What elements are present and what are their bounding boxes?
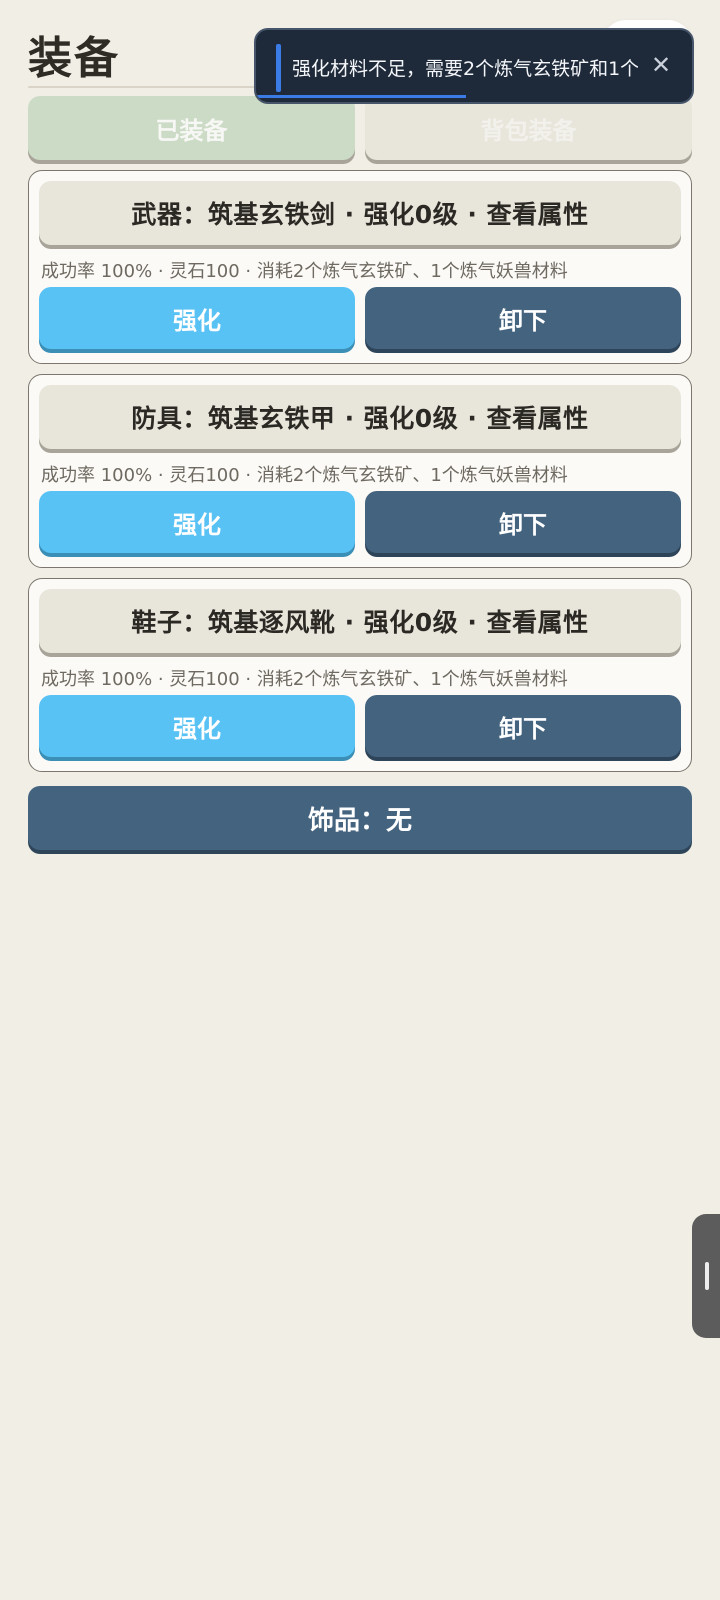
equipment-card-weapon: 武器：筑基玄铁剑 · 强化0级 · 查看属性 成功率 100% · 灵石100 … [28,170,692,364]
title-underline [28,86,268,88]
armor-title-button[interactable]: 防具：筑基玄铁甲 · 强化0级 · 查看属性 [39,385,681,449]
weapon-actions: 强化 卸下 [39,287,681,349]
boots-actions: 强化 卸下 [39,695,681,757]
grip-icon [705,1262,709,1290]
toast-notification: 强化材料不足，需要2个炼气玄铁矿和1个 ✕ [254,28,694,104]
weapon-enhance-info: 成功率 100% · 灵石100 · 消耗2个炼气玄铁矿、1个炼气妖兽材料 [41,261,568,282]
weapon-unequip-button[interactable]: 卸下 [365,287,681,349]
armor-enhance-button[interactable]: 强化 [39,491,355,553]
page-title: 装备 [28,33,120,84]
armor-actions: 强化 卸下 [39,491,681,553]
tab-equipped[interactable]: 已装备 [28,96,355,160]
toast-progress-bar [256,95,466,98]
weapon-enhance-button[interactable]: 强化 [39,287,355,349]
close-icon[interactable]: ✕ [646,50,676,80]
boots-enhance-info: 成功率 100% · 灵石100 · 消耗2个炼气玄铁矿、1个炼气妖兽材料 [41,669,568,690]
boots-unequip-button[interactable]: 卸下 [365,695,681,757]
side-drawer-handle[interactable] [692,1214,720,1338]
toast-accent-bar [276,44,281,92]
toast-message: 强化材料不足，需要2个炼气玄铁矿和1个 [292,58,638,80]
equipment-card-boots: 鞋子：筑基逐风靴 · 强化0级 · 查看属性 成功率 100% · 灵石100 … [28,578,692,772]
weapon-title-button[interactable]: 武器：筑基玄铁剑 · 强化0级 · 查看属性 [39,181,681,245]
boots-enhance-button[interactable]: 强化 [39,695,355,757]
accessory-slot-button[interactable]: 饰品：无 [28,786,692,850]
tab-backpack[interactable]: 背包装备 [365,96,692,160]
armor-unequip-button[interactable]: 卸下 [365,491,681,553]
boots-title-button[interactable]: 鞋子：筑基逐风靴 · 强化0级 · 查看属性 [39,589,681,653]
armor-enhance-info: 成功率 100% · 灵石100 · 消耗2个炼气玄铁矿、1个炼气妖兽材料 [41,465,568,486]
equipment-card-armor: 防具：筑基玄铁甲 · 强化0级 · 查看属性 成功率 100% · 灵石100 … [28,374,692,568]
equipment-page: 装备 返回 已装备 背包装备 武器：筑基玄铁剑 · 强化0级 · 查看属性 成功… [0,0,720,1600]
tab-bar: 已装备 背包装备 [28,96,692,160]
